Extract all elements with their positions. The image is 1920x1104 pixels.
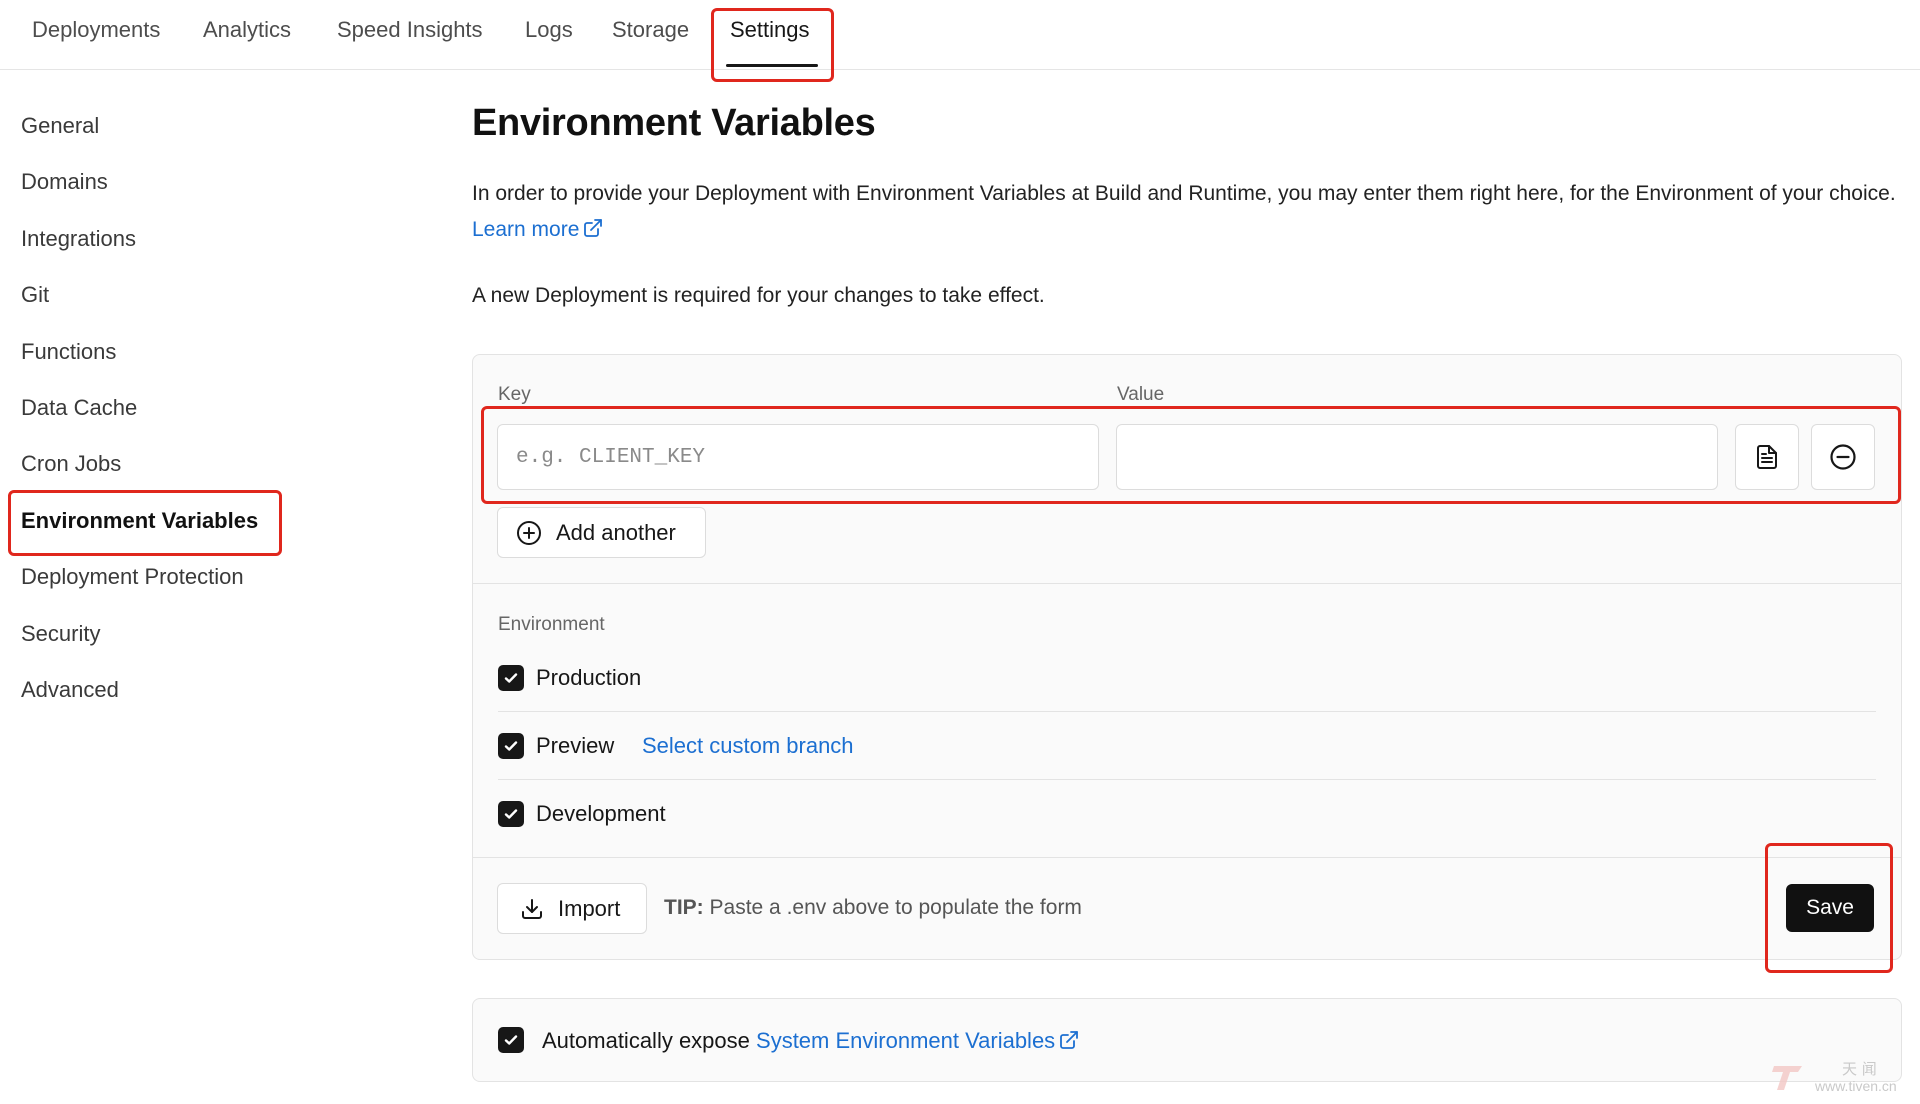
page-title: Environment Variables [472,102,876,144]
active-tab-indicator [726,64,818,67]
watermark-url: www.tiven.cn [1815,1078,1897,1094]
add-another-label: Add another [556,519,676,545]
section-divider [473,857,1901,858]
value-label: Value [1117,384,1165,405]
watermark-logo-icon [1772,1066,1802,1090]
expose-prefix: Automatically expose [542,1028,750,1053]
sidebar-item-cron-jobs[interactable]: Cron Jobs [21,451,121,477]
development-checkbox[interactable] [498,801,524,827]
add-another-button[interactable]: Add another [497,507,706,558]
sidebar-item-git[interactable]: Git [21,282,49,308]
tab-logs[interactable]: Logs [525,17,573,43]
tab-deployments[interactable]: Deployments [32,17,160,43]
tip-text: TIP: Paste a .env above to populate the … [664,896,1082,920]
watermark-text: 天 闻 [1842,1060,1877,1078]
expose-system-vars-checkbox[interactable] [498,1027,524,1053]
value-input[interactable] [1116,424,1718,490]
key-input[interactable] [497,424,1099,490]
check-icon [504,741,518,751]
production-label: Production [536,665,642,690]
check-icon [504,673,518,683]
external-link-icon [584,219,603,237]
learn-more-label: Learn more [472,218,580,241]
check-icon [504,1035,518,1045]
sidebar-item-deployment-protection[interactable]: Deployment Protection [21,564,244,590]
production-checkbox[interactable] [498,665,524,691]
save-button[interactable]: Save [1786,884,1874,932]
preview-checkbox[interactable] [498,733,524,759]
tip-prefix: TIP: [664,896,704,919]
page-description: In order to provide your Deployment with… [472,176,1902,248]
tab-storage[interactable]: Storage [612,17,689,43]
page-root: Deployments Analytics Speed Insights Log… [0,0,1920,1104]
download-icon [522,898,542,919]
top-tab-bar: Deployments Analytics Speed Insights Log… [0,0,1920,70]
import-button[interactable]: Import [497,883,647,934]
plus-circle-icon [517,520,541,545]
import-label: Import [558,895,621,921]
sidebar-item-integrations[interactable]: Integrations [21,226,136,252]
select-custom-branch-link[interactable]: Select custom branch [642,733,854,759]
row-divider [498,779,1876,780]
expose-system-vars-text: Automatically expose System Environment … [542,1028,1079,1054]
environment-label: Environment [498,614,605,635]
tab-analytics[interactable]: Analytics [203,17,291,43]
deployment-note: A new Deployment is required for your ch… [472,284,1045,307]
minus-circle-icon [1830,444,1856,470]
tab-speed-insights[interactable]: Speed Insights [337,17,483,43]
paste-file-button[interactable] [1735,424,1799,490]
section-divider [473,583,1901,584]
check-icon [504,809,518,819]
sidebar-item-advanced[interactable]: Advanced [21,677,119,703]
description-text: In order to provide your Deployment with… [472,182,1896,205]
tab-settings[interactable]: Settings [730,17,810,43]
sidebar-item-domains[interactable]: Domains [21,169,108,195]
preview-label: Preview [536,733,615,758]
sidebar-item-data-cache[interactable]: Data Cache [21,395,137,421]
development-label: Development [536,801,666,826]
key-label: Key [498,384,531,405]
remove-row-button[interactable] [1811,424,1875,490]
system-env-vars-link[interactable]: System Environment Variables [756,1028,1079,1053]
tip-body: Paste a .env above to populate the form [709,896,1082,919]
row-divider [498,711,1876,712]
sidebar-item-functions[interactable]: Functions [21,339,116,365]
document-icon [1757,445,1777,469]
sidebar-item-security[interactable]: Security [21,621,100,647]
learn-more-link[interactable]: Learn more [472,218,603,241]
sidebar-item-general[interactable]: General [21,113,99,139]
external-link-icon [1060,1031,1079,1049]
system-env-vars-label: System Environment Variables [756,1028,1056,1053]
sidebar-item-environment-variables[interactable]: Environment Variables [21,508,258,534]
